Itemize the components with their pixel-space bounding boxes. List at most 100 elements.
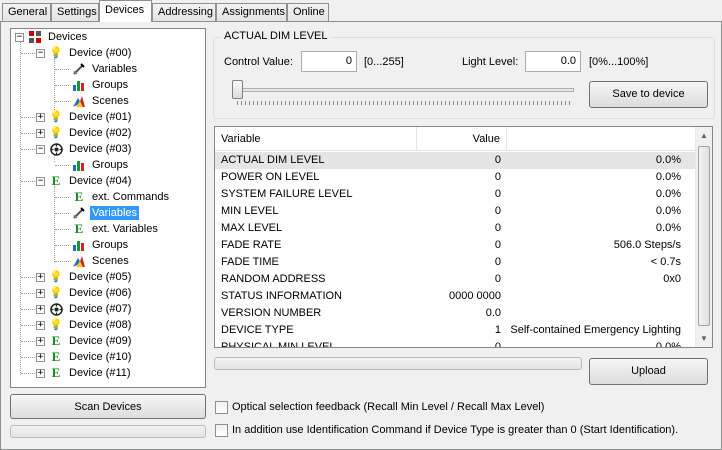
tree-item[interactable]: + 💡 Device (#02)	[36, 125, 133, 141]
cell-extra: Self-contained Emergency Lighting	[510, 324, 681, 336]
cell-variable: PHYSICAL MIN LEVEL	[221, 341, 336, 348]
upload-progress-bar	[214, 357, 582, 370]
tab-general[interactable]: General	[2, 3, 51, 22]
expand-icon[interactable]: +	[36, 304, 45, 314]
expand-icon[interactable]: +	[36, 320, 45, 330]
tree-item[interactable]: + Device (#07)	[36, 301, 133, 317]
tree-item[interactable]: − E Device (#04)	[36, 173, 133, 189]
column-header-value[interactable]: Value	[417, 127, 507, 151]
tree-item[interactable]: Scenes	[71, 93, 131, 109]
tree-item-label: Scenes	[92, 255, 129, 267]
tree-item-label: Groups	[92, 79, 129, 91]
tree-item[interactable]: − 💡 Device (#00)	[36, 45, 133, 61]
table-row[interactable]: ACTUAL DIM LEVEL 0 0.0%	[215, 152, 697, 169]
collapse-icon[interactable]: −	[36, 144, 45, 154]
dim-slider-thumb[interactable]	[232, 80, 243, 99]
expand-icon[interactable]: +	[36, 336, 45, 346]
cell-value: 0.0	[485, 307, 501, 319]
tree-item-label: Device (#11)	[69, 367, 131, 379]
tree-item[interactable]: Variables	[71, 205, 140, 221]
table-row[interactable]: POWER ON LEVEL 0 0.0%	[215, 169, 697, 186]
tree-item[interactable]: Groups	[71, 157, 130, 173]
tree-item[interactable]: + 💡 Device (#08)	[36, 317, 133, 333]
tree-item[interactable]: Eext. Variables	[71, 221, 160, 237]
tree-item[interactable]: + 💡 Device (#06)	[36, 285, 133, 301]
device-tree[interactable]: − Devices − 💡 Device (#00) Variables Groups S…	[10, 28, 206, 388]
expand-icon[interactable]: +	[36, 128, 45, 138]
column-header-extra[interactable]	[507, 127, 697, 151]
cell-value: 0000 0000	[449, 290, 501, 302]
gear-icon	[48, 141, 64, 157]
variables-table[interactable]: Variable Value ACTUAL DIM LEVEL 0 0.0% POWE…	[214, 126, 713, 348]
tree-root-label: Devices	[48, 31, 88, 43]
table-row[interactable]: VERSION NUMBER 0.0	[215, 305, 697, 322]
table-row[interactable]: DEVICE TYPE 1 Self-contained Emergency Lig…	[215, 322, 697, 339]
cell-variable: VERSION NUMBER	[221, 307, 322, 319]
control-value-input[interactable]: 0	[301, 51, 357, 72]
tab-devices[interactable]: Devices	[99, 0, 152, 22]
table-row[interactable]: PHYSICAL MIN LEVEL 0 0.0%	[215, 339, 697, 348]
tree-item[interactable]: + E Device (#11)	[36, 365, 133, 381]
expand-icon[interactable]: +	[36, 368, 45, 378]
optical-feedback-checkbox[interactable]	[215, 401, 228, 414]
save-to-device-button[interactable]: Save to device	[589, 81, 708, 108]
expand-icon[interactable]: +	[36, 272, 45, 282]
tree-item[interactable]: Groups	[71, 77, 130, 93]
cell-value: 1	[494, 324, 501, 336]
groups-icon	[71, 77, 87, 93]
cell-extra: 0.0%	[655, 341, 681, 348]
expand-icon[interactable]: +	[36, 352, 45, 362]
dim-slider-ticks	[237, 101, 571, 105]
tab-settings[interactable]: Settings	[51, 3, 99, 22]
scroll-down-icon[interactable]: ▼	[696, 330, 712, 347]
expand-icon[interactable]: +	[36, 112, 45, 122]
upload-button[interactable]: Upload	[589, 358, 708, 385]
tree-item[interactable]: Groups	[71, 237, 130, 253]
collapse-icon[interactable]: −	[15, 32, 24, 42]
column-header-variable[interactable]: Variable	[215, 127, 417, 151]
table-row[interactable]: MIN LEVEL 0 0.0%	[215, 203, 697, 220]
table-row[interactable]: FADE TIME 0 < 0.7s	[215, 254, 697, 271]
emergency-icon: E	[51, 365, 61, 380]
scan-devices-button[interactable]: Scan Devices	[10, 394, 206, 419]
tree-item[interactable]: − Device (#03)	[36, 141, 133, 157]
variables-icon	[71, 205, 87, 221]
table-scrollbar[interactable]: ▲ ▼	[695, 127, 712, 347]
light-level-input[interactable]: 0.0	[525, 51, 581, 72]
scroll-up-icon[interactable]: ▲	[696, 127, 712, 144]
tree-root[interactable]: − Devices	[15, 29, 89, 45]
emergency-icon: E	[51, 333, 61, 348]
cell-value: 0	[494, 154, 501, 166]
cell-variable: RANDOM ADDRESS	[221, 273, 326, 285]
tab-online[interactable]: Online	[287, 3, 329, 22]
control-value-label: Control Value:	[224, 56, 293, 68]
tree-item[interactable]: + E Device (#09)	[36, 333, 133, 349]
table-row[interactable]: RANDOM ADDRESS 0 0x0	[215, 271, 697, 288]
tab-addressing[interactable]: Addressing	[152, 3, 216, 22]
tree-item-label: Variables	[90, 206, 140, 220]
tree-item[interactable]: + E Device (#10)	[36, 349, 133, 365]
table-row[interactable]: MAX LEVEL 0 0.0%	[215, 220, 697, 237]
bulb-icon: 💡	[49, 47, 63, 59]
tab-assignments[interactable]: Assignments	[216, 3, 287, 22]
tree-item-label: Groups	[92, 159, 129, 171]
bulb-icon: 💡	[49, 271, 63, 283]
table-row[interactable]: SYSTEM FAILURE LEVEL 0 0.0%	[215, 186, 697, 203]
tree-item[interactable]: Scenes	[71, 253, 131, 269]
cell-variable: DEVICE TYPE	[221, 324, 294, 336]
tree-item[interactable]: Variables	[71, 61, 139, 77]
tree-item[interactable]: Eext. Commands	[71, 189, 171, 205]
tree-item[interactable]: + 💡 Device (#01)	[36, 109, 133, 125]
table-row[interactable]: FADE RATE 0 506.0 Steps/s	[215, 237, 697, 254]
dim-slider-track[interactable]	[234, 88, 574, 92]
dim-level-title: ACTUAL DIM LEVEL	[221, 30, 331, 42]
collapse-icon[interactable]: −	[36, 48, 45, 58]
scroll-thumb[interactable]	[698, 146, 710, 326]
collapse-icon[interactable]: −	[36, 176, 45, 186]
tree-item[interactable]: + 💡 Device (#05)	[36, 269, 133, 285]
identification-checkbox[interactable]	[215, 424, 228, 437]
expand-icon[interactable]: +	[36, 288, 45, 298]
emergency-icon: E	[74, 221, 84, 236]
bulb-icon: 💡	[49, 287, 63, 299]
table-row[interactable]: STATUS INFORMATION 0000 0000	[215, 288, 697, 305]
